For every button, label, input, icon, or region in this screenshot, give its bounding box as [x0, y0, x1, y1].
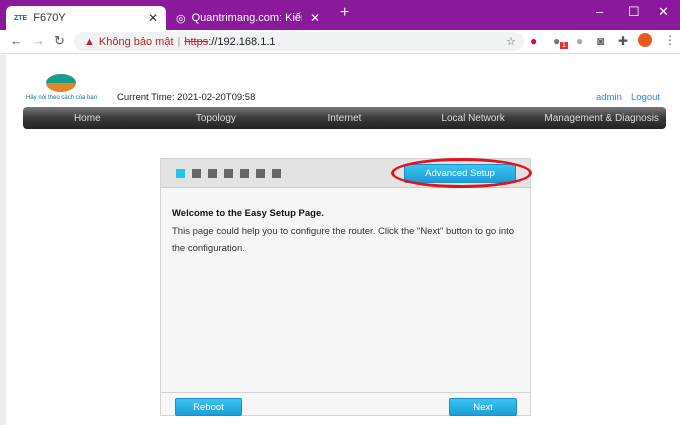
- setup-title: Welcome to the Easy Setup Page.: [172, 208, 324, 219]
- new-tab-button[interactable]: +: [340, 4, 349, 22]
- star-icon[interactable]: ☆: [506, 35, 516, 48]
- pinterest-icon[interactable]: ●: [530, 34, 537, 48]
- highlight-ellipse: [391, 158, 532, 188]
- reboot-button[interactable]: Reboot: [175, 398, 242, 416]
- nav-home[interactable]: Home: [23, 113, 152, 124]
- warning-icon: ▲: [84, 35, 95, 48]
- admin-link[interactable]: admin: [596, 92, 622, 103]
- close-icon[interactable]: ✕: [148, 11, 158, 25]
- close-icon[interactable]: ✕: [310, 11, 320, 25]
- tab-f670y[interactable]: ZTE F670Y ✕: [6, 6, 166, 30]
- panel-footer: Reboot Next: [161, 392, 530, 416]
- security-label: Không bảo mật: [98, 35, 174, 48]
- viettel-logo: [46, 74, 76, 92]
- minimize-button[interactable]: –: [596, 4, 603, 19]
- nav-management[interactable]: Management & Diagnosis: [537, 113, 666, 124]
- main-nav: Home Topology Internet Local Network Man…: [23, 107, 666, 129]
- tab-quantrimang[interactable]: ◎ Quantrimang.com: Kiến Thức Cô ✕: [168, 6, 328, 30]
- easy-setup-panel: Advanced Setup Welcome to the Easy Setup…: [160, 158, 532, 416]
- current-time: Current Time: 2021-02-20T09:58: [117, 92, 256, 103]
- step-indicator-2: [192, 169, 201, 178]
- step-indicator-6: [256, 169, 265, 178]
- next-button[interactable]: Next: [449, 398, 517, 416]
- step-indicator-1: [176, 169, 185, 178]
- setup-description: This page could help you to configure th…: [172, 226, 515, 254]
- tab-title: Quantrimang.com: Kiến Thức Cô: [191, 12, 302, 24]
- maximize-button[interactable]: ☐: [628, 4, 640, 20]
- puzzle-icon[interactable]: ✚: [618, 34, 628, 48]
- menu-icon[interactable]: ⋮: [664, 33, 676, 47]
- step-indicator-3: [208, 169, 217, 178]
- nav-local-network[interactable]: Local Network: [409, 113, 538, 124]
- tab-title: F670Y: [33, 12, 66, 24]
- reload-button[interactable]: ↻: [54, 33, 65, 49]
- step-indicator-4: [224, 169, 233, 178]
- extension-badge: 1: [560, 42, 568, 49]
- forward-button[interactable]: →: [32, 33, 45, 48]
- logout-link[interactable]: Logout: [631, 92, 660, 103]
- profile-avatar[interactable]: [638, 33, 652, 47]
- nav-internet[interactable]: Internet: [280, 113, 409, 124]
- url-host: ://192.168.1.1: [208, 35, 276, 48]
- nav-topology[interactable]: Topology: [152, 113, 281, 124]
- globe-icon: ◎: [176, 12, 186, 25]
- camera-icon[interactable]: ◙: [597, 34, 604, 48]
- slogan: Hãy nói theo cách của bạn: [26, 95, 98, 101]
- step-indicator-5: [240, 169, 249, 178]
- download-ext-icon[interactable]: ●: [576, 34, 583, 48]
- url-scheme: https: [184, 35, 209, 48]
- back-button[interactable]: ←: [10, 33, 23, 48]
- address-bar[interactable]: ▲ Không bảo mật | https://192.168.1.1 ☆: [74, 32, 524, 51]
- step-indicator-7: [272, 169, 281, 178]
- close-window-button[interactable]: ✕: [658, 4, 669, 20]
- zte-favicon: ZTE: [14, 14, 28, 22]
- panel-header: Advanced Setup: [161, 158, 532, 188]
